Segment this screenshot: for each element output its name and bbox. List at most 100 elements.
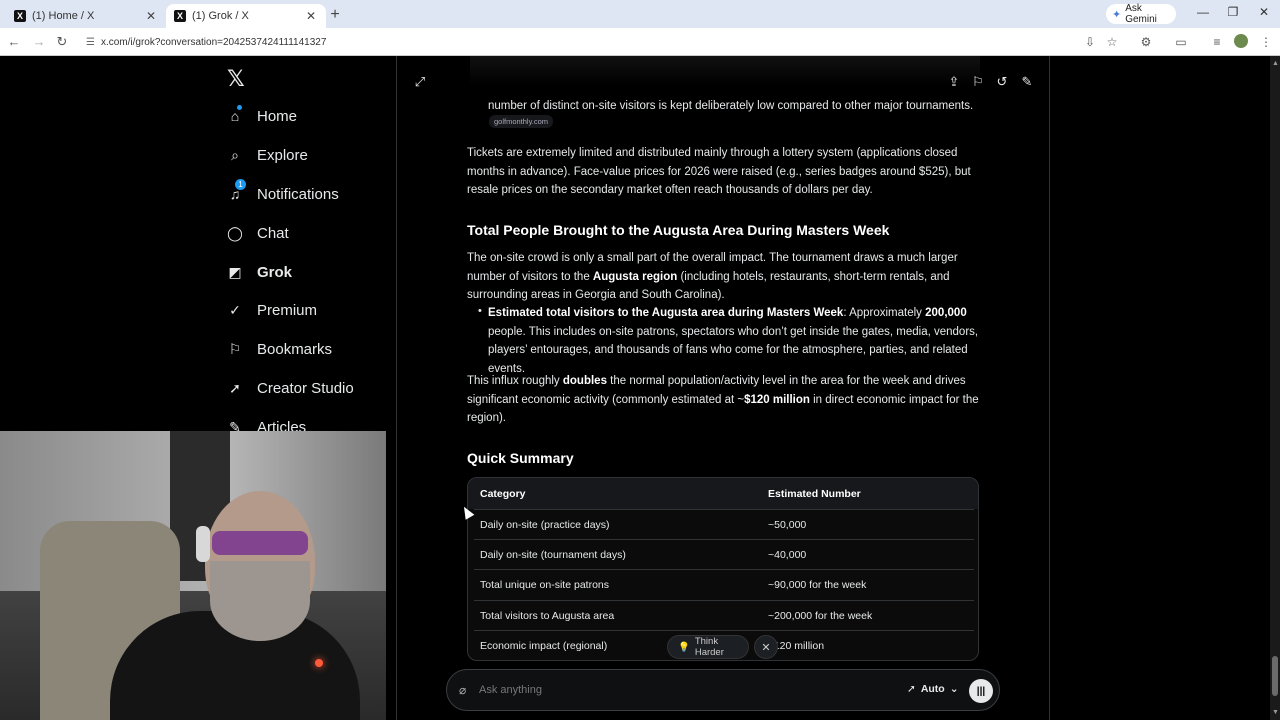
mode-label: Auto xyxy=(920,683,945,695)
menu-kebab-icon[interactable]: ⋮ xyxy=(1258,35,1274,49)
table-cell: Daily on-site (practice days) xyxy=(480,519,610,531)
install-icon[interactable]: ⇩ xyxy=(1082,35,1098,49)
nav-label: Explore xyxy=(257,146,308,164)
new-chat-icon[interactable]: ✎ xyxy=(1019,74,1035,90)
summary-table: Category Estimated Number Daily on-site … xyxy=(467,477,979,661)
ask-input[interactable]: Ask anything xyxy=(479,684,542,696)
notification-badge: 1 xyxy=(235,179,246,190)
close-window-button[interactable]: ✕ xyxy=(1255,5,1273,19)
response-paragraph: This influx roughly doubles the normal p… xyxy=(467,375,979,424)
search-icon: ⌕ xyxy=(231,146,239,163)
nav-label: Home xyxy=(257,107,298,125)
webcam-overlay xyxy=(0,431,386,720)
new-tab-button[interactable]: + xyxy=(328,6,342,24)
nav-item-premium[interactable]: ✓ Premium xyxy=(227,298,317,322)
mode-selector[interactable]: ➚ Auto ⌄ xyxy=(907,683,959,695)
dismiss-chip-button[interactable]: ✕ xyxy=(754,635,778,659)
grok-composer[interactable]: ⌀ Ask anything ➚ Auto ⌄ ||| xyxy=(446,669,1000,711)
nav-label: Grok xyxy=(257,263,293,281)
table-row: Total visitors to Augusta area ~200,000 … xyxy=(474,600,974,630)
webcam-person-beard xyxy=(210,561,310,641)
table-cell: Total unique on-site patrons xyxy=(480,579,609,591)
ask-gemini-button[interactable]: ✦ Ask Gemini xyxy=(1106,3,1176,25)
profile-avatar[interactable] xyxy=(1234,34,1248,48)
nav-item-grok[interactable]: ◩ Grok xyxy=(227,260,292,284)
nav-label: Chat xyxy=(257,224,289,242)
url-text: x.com/i/grok?conversation=20425374241111… xyxy=(100,36,327,48)
minimize-button[interactable]: — xyxy=(1194,5,1212,19)
chevron-down-icon: ⌄ xyxy=(949,683,959,695)
star-bookmark-icon[interactable]: ☆ xyxy=(1104,35,1120,49)
nav-item-bookmarks[interactable]: ⚐ Bookmarks xyxy=(227,337,332,361)
rocket-icon: ➚ xyxy=(229,379,241,396)
table-cell: ~200,000 for the week xyxy=(768,610,873,622)
forward-icon[interactable]: → xyxy=(31,34,47,49)
url-field[interactable]: ☰ x.com/i/grok?conversation=204253742411… xyxy=(80,31,1080,53)
table-cell: ~40,000 xyxy=(768,549,807,561)
site-info-icon[interactable]: ☰ xyxy=(86,37,95,48)
table-row: Daily on-site (practice days) ~50,000 xyxy=(474,509,974,539)
table-cell: ~90,000 for the week xyxy=(768,579,867,591)
x-logo-icon[interactable]: 𝕏 xyxy=(227,66,245,92)
gemini-label: Ask Gemini xyxy=(1125,3,1157,25)
x-favicon-icon: X xyxy=(14,10,26,22)
expand-icon[interactable]: ⤢ xyxy=(412,74,428,90)
browser-tabstrip: X (1) Home / X ✕ X (1) Grok / X ✕ + ✦ As… xyxy=(0,0,1280,28)
reload-icon[interactable]: ↻ xyxy=(54,34,70,50)
webcam-headset xyxy=(196,526,210,562)
nav-item-home[interactable]: ⌂ Home xyxy=(227,104,297,128)
think-harder-chip[interactable]: 💡 Think Harder xyxy=(667,635,749,659)
nav-label: Notifications xyxy=(257,185,339,203)
nav-item-chat[interactable]: ◯ Chat xyxy=(227,221,289,245)
scroll-thumb[interactable] xyxy=(1272,656,1278,696)
unread-dot xyxy=(237,105,242,110)
nav-label: Bookmarks xyxy=(257,340,333,358)
nav-item-notifications[interactable]: ♫ 1 Notifications xyxy=(227,179,339,206)
maximize-button[interactable]: ❐ xyxy=(1224,5,1242,19)
tab-close-icon[interactable]: ✕ xyxy=(304,9,318,23)
chat-icon: ◯ xyxy=(227,224,243,241)
tab-title: (1) Home / X xyxy=(32,10,95,22)
history-icon[interactable]: ↺ xyxy=(994,74,1010,90)
tab-home[interactable]: X (1) Home / X ✕ xyxy=(6,4,166,28)
back-icon[interactable]: ← xyxy=(6,34,22,49)
media-icon[interactable]: ≡ xyxy=(1209,35,1225,49)
extensions-icon[interactable]: ⚙ xyxy=(1138,35,1154,49)
x-favicon-icon: X xyxy=(174,10,186,22)
premium-icon: ✓ xyxy=(229,301,241,318)
cast-icon[interactable]: ▭ xyxy=(1173,35,1189,49)
table-cell: Daily on-site (tournament days) xyxy=(480,549,626,561)
nav-item-creator-studio[interactable]: ➚ Creator Studio xyxy=(227,376,354,400)
right-column xyxy=(1049,56,1270,720)
paperclip-icon[interactable]: ⌀ xyxy=(459,683,466,697)
scroll-down-icon[interactable]: ▼ xyxy=(1272,709,1279,716)
scroll-up-icon[interactable]: ▲ xyxy=(1272,60,1279,67)
nav-item-explore[interactable]: ⌕ Explore xyxy=(227,143,308,167)
page-scrollbar[interactable]: ▲ ▼ xyxy=(1270,56,1280,720)
bullet-dot: • xyxy=(478,305,482,317)
table-cell: Economic impact (regional) xyxy=(480,640,608,652)
column-header: Estimated Number xyxy=(768,488,861,500)
source-chip[interactable]: golfmonthly.com xyxy=(489,115,554,128)
section-heading: Quick Summary xyxy=(467,450,574,466)
response-paragraph: The on-site crowd is only a small part o… xyxy=(467,252,958,301)
voice-mode-button[interactable]: ||| xyxy=(969,679,993,703)
bookmark-icon: ⚐ xyxy=(228,340,242,357)
nav-label: Creator Studio xyxy=(257,379,354,397)
lightbulb-icon: 💡 xyxy=(678,641,690,653)
webcam-person-glasses xyxy=(212,531,308,555)
bell-icon: ♫ 1 xyxy=(227,179,246,202)
column-header: Category xyxy=(480,488,526,500)
webcam-red-light xyxy=(315,659,323,667)
table-cell: Total visitors to Augusta area xyxy=(480,610,615,622)
scroll-fade xyxy=(470,56,980,86)
bookmark-conversation-icon[interactable]: ⚐ xyxy=(970,74,986,90)
share-icon[interactable]: ⇪ xyxy=(946,74,962,90)
tab-close-icon[interactable]: ✕ xyxy=(144,9,158,23)
table-row: Total unique on-site patrons ~90,000 for… xyxy=(474,569,974,599)
tab-grok[interactable]: X (1) Grok / X ✕ xyxy=(166,4,326,28)
address-bar: ← → ↻ ☰ x.com/i/grok?conversation=204253… xyxy=(0,28,1280,56)
tab-title: (1) Grok / X xyxy=(192,10,249,22)
response-paragraph: number of distinct on-site visitors is k… xyxy=(488,100,974,112)
response-paragraph: Tickets are extremely limited and distri… xyxy=(467,147,971,196)
